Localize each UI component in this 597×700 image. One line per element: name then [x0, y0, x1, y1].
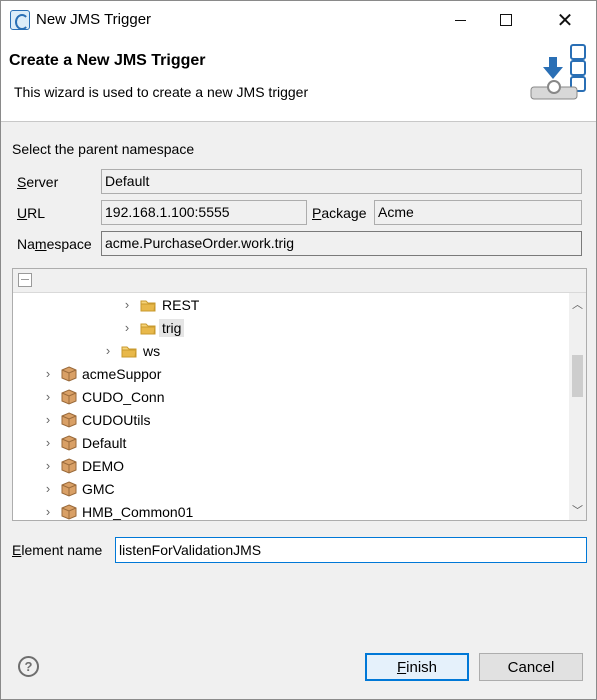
package-icon — [61, 503, 82, 520]
url-field[interactable]: 192.168.1.100:5555 — [101, 200, 307, 225]
tree-item-demo[interactable]: › DEMO — [41, 454, 124, 477]
tree-item-label: trig — [159, 318, 185, 337]
finish-button[interactable]: Finish — [365, 653, 469, 681]
tree-toolbar — [13, 269, 586, 293]
folder-icon — [121, 344, 143, 358]
cancel-button[interactable]: Cancel — [479, 653, 583, 681]
tree-item-ws[interactable]: › ws — [101, 339, 160, 362]
tree-item-label: acmeSuppor — [82, 365, 162, 382]
chevron-right-icon[interactable]: › — [41, 504, 55, 519]
scroll-up-icon[interactable]: ︿ — [569, 295, 586, 312]
scroll-thumb[interactable] — [572, 355, 583, 397]
help-icon[interactable]: ? — [18, 656, 39, 677]
wizard-header: Create a New JMS Trigger This wizard is … — [1, 39, 596, 122]
tree-item-trig[interactable]: › trig — [120, 316, 185, 339]
namespace-tree[interactable]: › REST › trig › ws › acmeSuppor › CUDO_Conn › CUDOU… — [12, 268, 587, 521]
chevron-right-icon[interactable]: › — [41, 481, 55, 496]
chevron-right-icon[interactable]: › — [101, 343, 115, 358]
window-title: New JMS Trigger — [36, 11, 152, 28]
url-label: URL — [17, 205, 46, 221]
tree-item-label: Default — [82, 434, 127, 451]
tree-item-label: CUDO_Conn — [82, 388, 165, 405]
package-field[interactable]: Acme — [374, 200, 582, 225]
wizard-title: Create a New JMS Trigger — [9, 52, 206, 69]
element-name-input[interactable] — [115, 537, 587, 563]
tree-item-label: DEMO — [82, 457, 124, 474]
tree-item-default[interactable]: › Default — [41, 431, 127, 454]
package-icon — [61, 457, 82, 474]
scroll-down-icon[interactable]: ﹀ — [569, 501, 586, 518]
tree-item-gmc[interactable]: › GMC — [41, 477, 115, 500]
server-label: Server — [17, 174, 59, 190]
chevron-right-icon[interactable]: › — [41, 389, 55, 404]
tree-item-cudo-conn[interactable]: › CUDO_Conn — [41, 385, 165, 408]
maximize-button[interactable] — [483, 1, 529, 39]
package-icon — [61, 411, 82, 428]
dialog-window: New JMS Trigger ✕ Create a New JMS Trigg… — [0, 0, 597, 700]
chevron-right-icon[interactable]: › — [120, 320, 134, 335]
title-bar: New JMS Trigger ✕ — [1, 1, 596, 39]
package-icon — [61, 365, 82, 382]
tree-item-label: HMB_Common01 — [82, 503, 194, 520]
section-label: Select the parent namespace — [12, 141, 195, 157]
tree-item-label: GMC — [82, 480, 115, 497]
app-icon — [10, 10, 30, 30]
wizard-trigger-icon — [530, 44, 586, 100]
tree-item-acmesuppor[interactable]: › acmeSuppor — [41, 362, 162, 385]
collapse-all-icon[interactable] — [18, 273, 32, 287]
chevron-right-icon[interactable]: › — [120, 297, 134, 312]
tree-scrollbar[interactable]: ︿ ﹀ — [569, 293, 586, 520]
chevron-right-icon[interactable]: › — [41, 412, 55, 427]
folder-icon — [140, 298, 162, 312]
chevron-right-icon[interactable]: › — [41, 458, 55, 473]
tree-item-hmb-common01[interactable]: › HMB_Common01 — [41, 500, 194, 520]
chevron-right-icon[interactable]: › — [41, 435, 55, 450]
tree-item-label: CUDOUtils — [82, 411, 151, 428]
package-icon — [61, 434, 82, 451]
element-name-label: Element name — [12, 542, 103, 558]
tree-item-label: REST — [162, 296, 200, 313]
package-label: Package — [312, 205, 367, 221]
package-icon — [61, 480, 82, 497]
minimize-icon — [454, 19, 466, 21]
close-button[interactable]: ✕ — [542, 1, 588, 39]
maximize-icon — [500, 14, 512, 26]
tree-item-label: ws — [143, 342, 161, 359]
tree-item-cudoutils[interactable]: › CUDOUtils — [41, 408, 151, 431]
tree-item-rest[interactable]: › REST — [120, 293, 200, 316]
server-field[interactable]: Default — [101, 169, 582, 194]
close-icon: ✕ — [556, 9, 574, 32]
wizard-description: This wizard is used to create a new JMS … — [14, 84, 309, 100]
namespace-field[interactable]: acme.PurchaseOrder.work.trig — [101, 231, 582, 256]
namespace-label: Namespace — [17, 236, 92, 252]
package-icon — [61, 388, 82, 405]
minimize-button[interactable] — [437, 1, 483, 39]
chevron-right-icon[interactable]: › — [41, 366, 55, 381]
